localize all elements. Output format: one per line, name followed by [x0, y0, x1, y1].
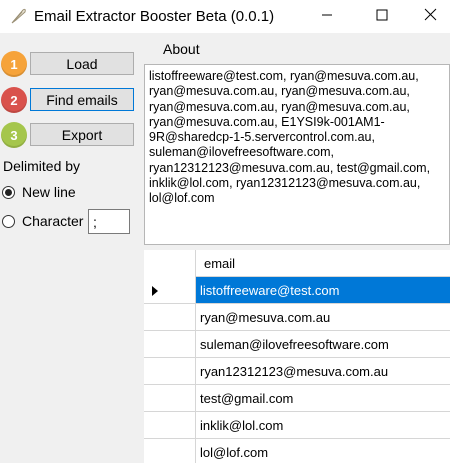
row-header[interactable] — [144, 439, 196, 463]
window-title: Email Extractor Booster Beta (0.0.1) — [34, 8, 275, 25]
email-cell[interactable]: suleman@ilovefreesoftware.com — [196, 331, 450, 358]
grid-header: email — [144, 250, 450, 277]
row-header[interactable] — [144, 385, 196, 412]
minimize-icon — [321, 8, 333, 26]
find-emails-button[interactable]: Find emails — [30, 88, 134, 111]
export-button[interactable]: Export — [30, 123, 134, 146]
close-icon — [424, 8, 437, 26]
row-header[interactable] — [144, 358, 196, 385]
character-radio[interactable] — [2, 215, 15, 228]
minimize-button[interactable] — [304, 0, 350, 33]
row-header[interactable] — [144, 331, 196, 358]
grid-corner-cell[interactable] — [144, 250, 196, 277]
table-row[interactable]: ryan12312123@mesuva.com.au — [144, 358, 450, 385]
feather-icon — [10, 7, 28, 30]
step-3-badge: 3 — [1, 122, 27, 148]
table-row[interactable]: suleman@ilovefreesoftware.com — [144, 331, 450, 358]
load-button[interactable]: Load — [30, 52, 134, 75]
close-button[interactable] — [410, 0, 450, 33]
maximize-button[interactable] — [359, 0, 405, 33]
character-label[interactable]: Character — [22, 213, 83, 229]
new-line-label[interactable]: New line — [22, 184, 76, 200]
delimited-by-label: Delimited by — [3, 158, 81, 174]
email-cell[interactable]: ryan12312123@mesuva.com.au — [196, 358, 450, 385]
email-cell[interactable]: inklik@lol.com — [196, 412, 450, 439]
email-cell[interactable]: ryan@mesuva.com.au — [196, 304, 450, 331]
table-row[interactable]: ryan@mesuva.com.au — [144, 304, 450, 331]
table-row[interactable]: lol@lof.com — [144, 439, 450, 463]
current-row-arrow-icon — [152, 286, 158, 296]
table-row[interactable]: listoffreeware@test.com — [144, 277, 450, 304]
email-cell[interactable]: listoffreeware@test.com — [196, 277, 450, 304]
output-textarea[interactable]: listoffreeware@test.com, ryan@mesuva.com… — [144, 64, 450, 245]
table-row[interactable]: test@gmail.com — [144, 385, 450, 412]
step-2-badge: 2 — [1, 87, 27, 113]
new-line-radio[interactable] — [2, 186, 15, 199]
about-label: About — [163, 41, 200, 57]
email-cell[interactable]: test@gmail.com — [196, 385, 450, 412]
email-grid[interactable]: email listoffreeware@test.com ryan@mesuva… — [144, 250, 450, 463]
email-cell[interactable]: lol@lof.com — [196, 439, 450, 463]
step-1-badge: 1 — [1, 51, 27, 77]
row-header[interactable] — [144, 277, 196, 304]
column-header-email[interactable]: email — [204, 256, 235, 271]
character-input[interactable] — [88, 209, 130, 234]
row-header[interactable] — [144, 412, 196, 439]
row-header[interactable] — [144, 304, 196, 331]
maximize-icon — [376, 8, 388, 26]
table-row[interactable]: inklik@lol.com — [144, 412, 450, 439]
title-bar: Email Extractor Booster Beta (0.0.1) — [0, 0, 450, 33]
